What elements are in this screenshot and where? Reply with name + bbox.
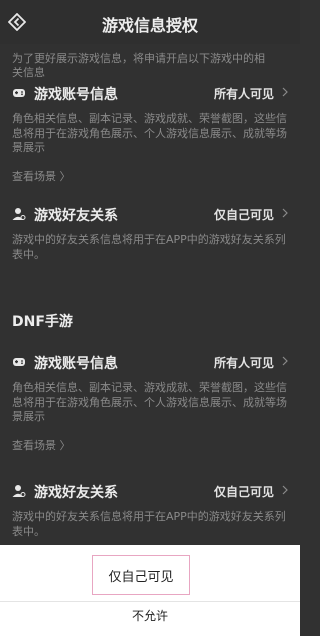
friend-relation-label: 游戏好友关系 [34, 485, 118, 501]
chevron-right-icon [282, 208, 288, 218]
account-info-desc: 角色相关信息、副本记录、游戏成就、荣誉截图，这些信息将用于在游戏角色展示、个人游… [12, 381, 287, 423]
friend-relation-visibility: 仅自己可见 [213, 208, 274, 222]
gamepad-icon [13, 358, 25, 366]
account-info-visibility: 所有人可见 [213, 87, 274, 101]
account-info-label: 游戏账号信息 [34, 356, 118, 372]
action-sheet: 仅自己可见 不允许 [0, 545, 300, 636]
account-info-desc: 角色相关信息、副本记录、游戏成就、荣誉截图，这些信息将用于在游戏角色展示、个人游… [12, 112, 287, 154]
account-info-row-2[interactable]: 游戏账号信息 所有人可见 [0, 351, 300, 375]
chevron-right-icon [282, 356, 288, 366]
view-scenes-link[interactable]: 查看场景 〉 [12, 168, 288, 184]
person-icon [12, 485, 26, 497]
person-icon [12, 208, 26, 220]
section-friend-relation-1: 游戏好友关系 仅自己可见 游戏中的好友关系信息将用于在APP中的游戏好友关系列表… [0, 203, 300, 262]
friend-relation-desc: 游戏中的好友关系信息将用于在APP中的游戏好友关系列表中。 [12, 233, 286, 261]
page-title: 游戏信息授权 [101, 16, 198, 35]
account-info-label: 游戏账号信息 [34, 87, 118, 103]
friend-relation-label: 游戏好友关系 [34, 208, 118, 224]
chevron-right-icon [282, 87, 288, 97]
sheet-divider [0, 601, 300, 602]
friend-relation-visibility: 仅自己可见 [213, 485, 274, 499]
deny-option[interactable]: 不允许 [0, 607, 300, 624]
intro-text: 为了更好展示游戏信息，将申请开启以下游戏中的相 关信息 [12, 52, 265, 79]
account-info-visibility: 所有人可见 [213, 356, 274, 370]
view-scenes-link[interactable]: 查看场景 〉 [12, 437, 288, 453]
section-account-info-1: 游戏账号信息 所有人可见 角色相关信息、副本记录、游戏成就、荣誉截图，这些信息将… [0, 82, 300, 184]
top-bar: 游戏信息授权 [0, 0, 300, 44]
section-friend-relation-2: 游戏好友关系 仅自己可见 游戏中的好友关系信息将用于在APP中的游戏好友关系列表… [0, 480, 300, 539]
section-account-info-2: 游戏账号信息 所有人可见 角色相关信息、副本记录、游戏成就、荣誉截图，这些信息将… [0, 351, 300, 453]
friend-relation-row-2[interactable]: 游戏好友关系 仅自己可见 [0, 480, 300, 504]
account-info-row-1[interactable]: 游戏账号信息 所有人可见 [0, 82, 300, 106]
only-self-visible-option[interactable]: 仅自己可见 [92, 555, 190, 595]
friend-relation-row-1[interactable]: 游戏好友关系 仅自己可见 [0, 203, 300, 227]
chevron-right-icon [282, 485, 288, 495]
gamepad-icon [13, 89, 25, 97]
friend-relation-desc: 游戏中的好友关系信息将用于在APP中的游戏好友关系列表中。 [12, 510, 286, 538]
game-title: DNF手游 [12, 314, 73, 330]
